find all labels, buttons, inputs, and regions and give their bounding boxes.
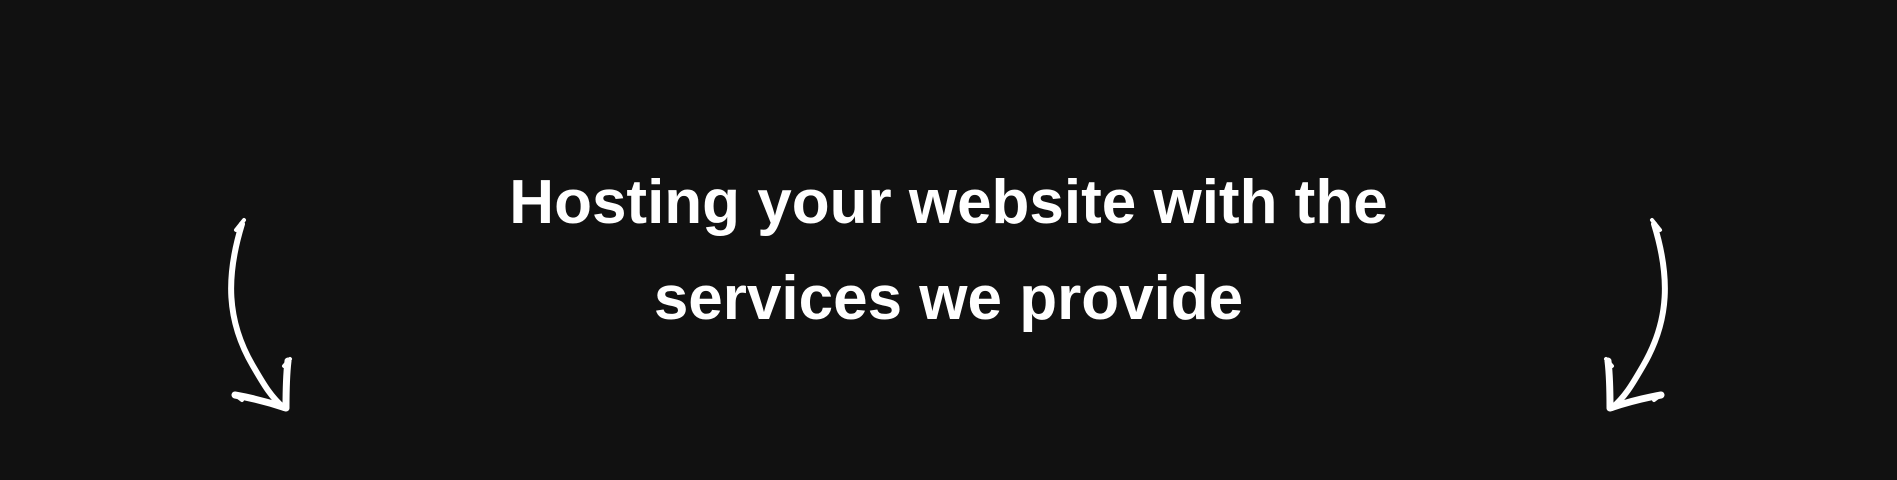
hero-section: Hosting your website with the services w… (0, 0, 1897, 480)
curved-arrow-right-icon (1588, 218, 1688, 418)
